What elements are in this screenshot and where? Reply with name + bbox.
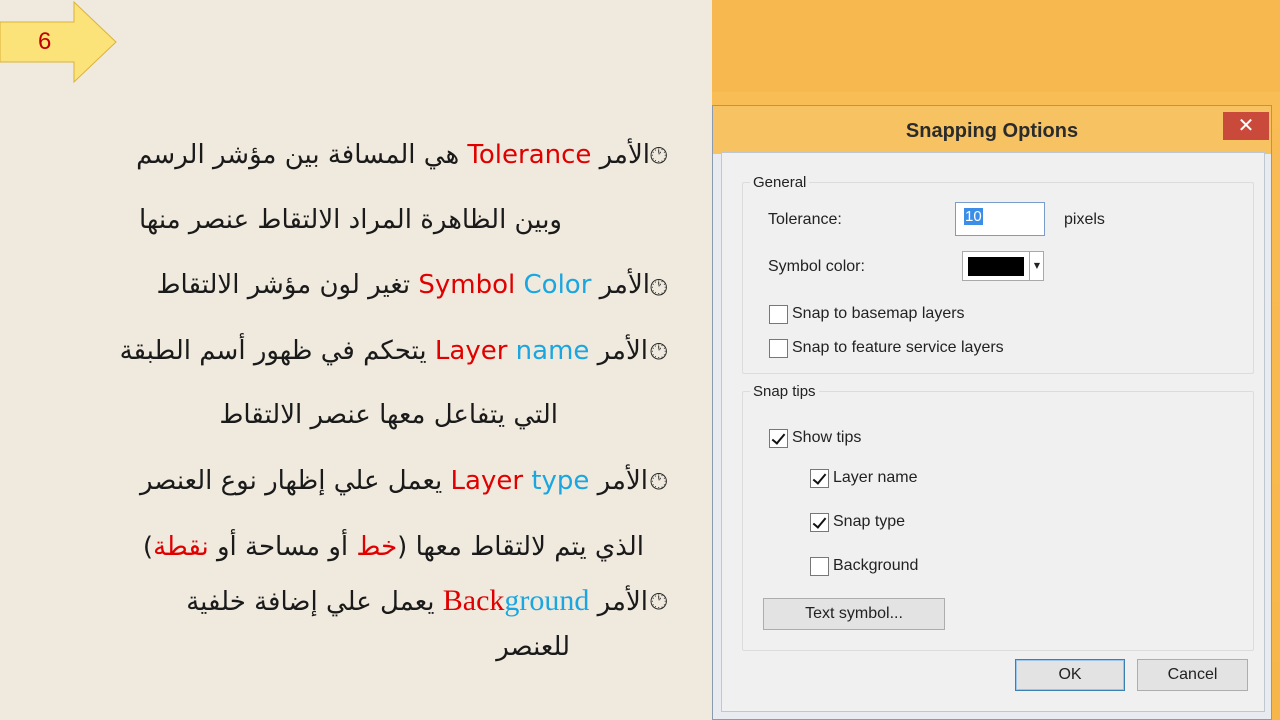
- slide-line-2: وبين الظاهرة المراد الالتقاط عنصر منها: [138, 205, 562, 235]
- text-symbol-button[interactable]: Text symbol...: [763, 598, 945, 630]
- general-group-title: General: [750, 174, 810, 191]
- clock-icon: 🕐︎: [650, 470, 668, 495]
- snap-type-checkbox[interactable]: [810, 513, 829, 532]
- chevron-down-icon[interactable]: ▼: [1029, 252, 1044, 280]
- slide-line-8: الأمر Background يعمل علي إضافة خلفية: [186, 584, 648, 617]
- slide-line-6: الأمر Layer type يعمل علي إظهار نوع العن…: [139, 466, 648, 496]
- snap-basemap-label: Snap to basemap layers: [792, 305, 965, 322]
- close-button[interactable]: ✕: [1223, 112, 1269, 140]
- slide-line-9: للعنصر: [496, 632, 570, 662]
- ok-button[interactable]: OK: [1015, 659, 1125, 691]
- tolerance-unit: pixels: [1064, 211, 1105, 228]
- layer-name-label: Layer name: [833, 469, 918, 486]
- slide-line-7: الذي يتم لالتقاط معها (خط أو مساحة أو نق…: [142, 532, 644, 562]
- slide-line-3: الأمر Symbol Color تغير لون مؤشر الالتقا…: [156, 270, 650, 300]
- tolerance-label: Tolerance:: [768, 211, 842, 228]
- clock-icon: 🕐︎: [650, 276, 668, 301]
- snap-feature-label: Snap to feature service layers: [792, 339, 1004, 356]
- cancel-button[interactable]: Cancel: [1137, 659, 1248, 691]
- color-swatch: [968, 257, 1024, 276]
- snap-feature-checkbox[interactable]: [769, 339, 788, 358]
- slide-line-1: الأمر Tolerance هي المسافة بين مؤشر الرس…: [136, 140, 650, 170]
- tolerance-input[interactable]: 10: [955, 202, 1045, 236]
- snap-basemap-checkbox[interactable]: [769, 305, 788, 324]
- snap-tips-group-title: Snap tips: [750, 383, 819, 400]
- slide-line-5: التي يتفاعل معها عنصر الالتقاط: [219, 400, 558, 430]
- slide-number: 6: [38, 28, 52, 55]
- clock-icon: 🕐︎: [650, 144, 668, 169]
- slide-number-arrow-icon: [0, 0, 117, 84]
- slide-line-4: الأمر Layer name يتحكم في ظهور أسم الطبق…: [119, 336, 648, 366]
- clock-icon: 🕐︎: [650, 590, 668, 615]
- symbol-color-picker[interactable]: ▼: [962, 251, 1044, 281]
- background-checkbox[interactable]: [810, 557, 829, 576]
- symbol-color-label: Symbol color:: [768, 258, 865, 275]
- snap-type-label: Snap type: [833, 513, 906, 530]
- dialog-title: Snapping Options: [905, 120, 1079, 142]
- show-tips-label: Show tips: [792, 429, 862, 446]
- show-tips-checkbox[interactable]: [769, 429, 788, 448]
- background-label: Background: [833, 557, 919, 574]
- dialog-client-area: General Tolerance: 10 pixels Symbol colo…: [721, 152, 1265, 712]
- clock-icon: 🕐︎: [650, 340, 668, 365]
- layer-name-checkbox[interactable]: [810, 469, 829, 488]
- snapping-options-dialog: Snapping Options ✕ General Tolerance: 10…: [712, 105, 1272, 720]
